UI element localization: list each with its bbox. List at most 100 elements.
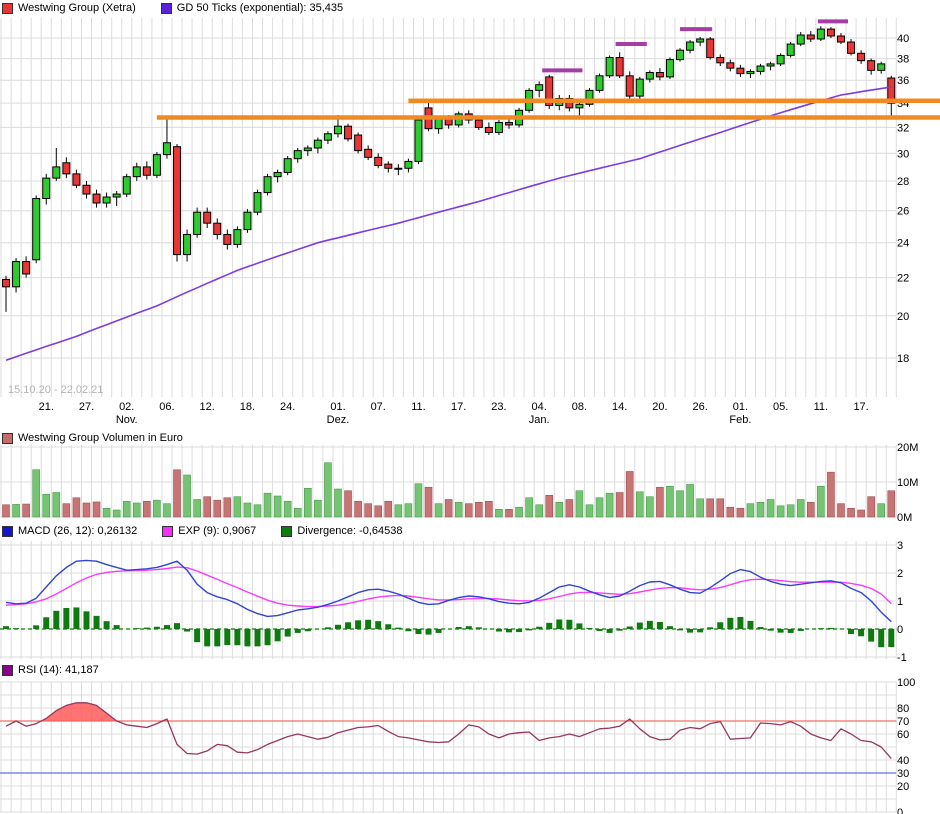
volume-bar bbox=[424, 486, 433, 518]
volume-bar bbox=[253, 504, 262, 518]
x-axis-day-label: 26. bbox=[692, 401, 707, 413]
divergence-bar bbox=[334, 624, 341, 629]
axis-tick-label: 1 bbox=[897, 596, 903, 608]
axis-tick-label: 36 bbox=[897, 75, 909, 87]
candle-body bbox=[233, 229, 242, 245]
candle-body bbox=[102, 196, 111, 204]
candle-body bbox=[384, 163, 393, 169]
volume-bar bbox=[646, 496, 654, 518]
volume-legend: Westwing Group Volumen in Euro bbox=[2, 431, 183, 445]
volume-bar bbox=[444, 499, 453, 518]
axis-tick-label: 3 bbox=[897, 540, 903, 552]
volume-bar bbox=[806, 501, 815, 518]
divergence-bar bbox=[888, 629, 895, 648]
candle-body bbox=[766, 63, 775, 67]
volume-bar bbox=[324, 462, 332, 518]
volume-bar bbox=[505, 508, 513, 518]
candle-body bbox=[505, 121, 513, 126]
candle-body bbox=[323, 133, 332, 141]
divergence-bar bbox=[264, 629, 271, 646]
divergence-bar bbox=[194, 629, 201, 643]
axis-tick-label: 18 bbox=[897, 353, 909, 365]
price-legend: Westwing Group (Xetra) GD 50 Ticks (expo… bbox=[2, 1, 343, 15]
volume-bar bbox=[706, 498, 715, 518]
candle-body bbox=[183, 233, 192, 256]
candle-body bbox=[746, 70, 755, 75]
volume-bar bbox=[314, 499, 322, 518]
chart-application: 40 38 36 34 32 30 28 26 24 22 20 18 20M 10M 0M 3 2 1 0 -1 10… bbox=[0, 0, 940, 814]
x-axis-day-label: 20. bbox=[652, 401, 667, 413]
candle-body bbox=[72, 173, 81, 186]
volume-bar bbox=[394, 504, 403, 518]
divergence-bar bbox=[858, 629, 865, 637]
divergence-bar bbox=[73, 607, 80, 629]
candle-body bbox=[92, 193, 101, 204]
volume-bar bbox=[716, 498, 725, 518]
volume-bar bbox=[434, 503, 443, 518]
divergence-bar bbox=[93, 615, 100, 629]
divergence-bar bbox=[103, 621, 110, 629]
axis-tick-label: 40 bbox=[897, 755, 909, 767]
candle-body bbox=[213, 222, 222, 235]
x-axis-day-label: 07. bbox=[371, 401, 386, 413]
volume-bar bbox=[132, 502, 141, 518]
x-axis-month-label: Dez. bbox=[327, 414, 350, 426]
volume-bar bbox=[635, 491, 644, 518]
volume-bar bbox=[847, 507, 855, 518]
candle-body bbox=[162, 142, 171, 156]
candle-body bbox=[655, 72, 664, 78]
x-axis-day-label: 14. bbox=[612, 401, 627, 413]
volume-bar bbox=[615, 492, 624, 518]
volume-bar bbox=[62, 503, 71, 518]
divergence-bar bbox=[365, 619, 372, 629]
date-range-label: 15.10.20 - 22.02.21 bbox=[8, 384, 104, 396]
candle-body bbox=[786, 43, 795, 56]
candle-body bbox=[82, 184, 91, 195]
volume-bar bbox=[696, 498, 704, 518]
x-axis-day-label: 04. bbox=[532, 401, 547, 413]
divergence-bar bbox=[385, 624, 392, 629]
axis-tick-label: 0 bbox=[897, 624, 903, 636]
x-axis-day-label: 21. bbox=[39, 401, 54, 413]
candle-body bbox=[726, 62, 735, 69]
candle-body bbox=[595, 75, 604, 91]
x-axis-month-label: Nov. bbox=[116, 414, 138, 426]
divergence-bar bbox=[415, 629, 422, 635]
volume-bar bbox=[887, 490, 896, 518]
volume-bar bbox=[72, 497, 81, 518]
candle-body bbox=[2, 278, 10, 288]
volume-bar bbox=[555, 501, 564, 518]
divergence-bar bbox=[425, 629, 432, 635]
divergence-bar bbox=[576, 623, 583, 629]
volume-bar bbox=[666, 485, 674, 518]
volume-bar bbox=[52, 492, 61, 518]
volume-bar bbox=[726, 506, 735, 518]
candle-body bbox=[404, 160, 413, 169]
divergence-bar bbox=[646, 620, 653, 629]
candle-body bbox=[32, 198, 41, 261]
divergence-bar bbox=[546, 622, 553, 629]
macd-histogram bbox=[3, 607, 895, 648]
volume-bar bbox=[736, 507, 745, 518]
candle-body bbox=[132, 166, 141, 178]
divergence-bar bbox=[204, 629, 211, 647]
rsi-label: RSI (14): 41,187 bbox=[18, 664, 99, 676]
x-axis-day-label: 08. bbox=[572, 401, 587, 413]
axis-tick-label: 24 bbox=[897, 238, 909, 250]
candle-body bbox=[686, 41, 695, 51]
divergence-bar bbox=[375, 621, 382, 629]
candle-body bbox=[857, 52, 866, 62]
axis-tick-label: 32 bbox=[897, 122, 909, 134]
candle-body bbox=[826, 28, 835, 37]
axis-tick-label: 80 bbox=[897, 703, 909, 715]
divergence-bar bbox=[656, 622, 663, 629]
candle-body bbox=[344, 125, 353, 140]
divergence-bar bbox=[43, 617, 50, 629]
rsi-color-swatch bbox=[2, 664, 13, 676]
divergence-bar bbox=[174, 623, 181, 629]
volume-bar bbox=[233, 496, 242, 518]
exp-label: EXP (9): 0,9067 bbox=[178, 525, 257, 537]
divergence-bar bbox=[727, 617, 734, 629]
volume-bar bbox=[575, 490, 584, 518]
candle-body bbox=[676, 49, 685, 61]
